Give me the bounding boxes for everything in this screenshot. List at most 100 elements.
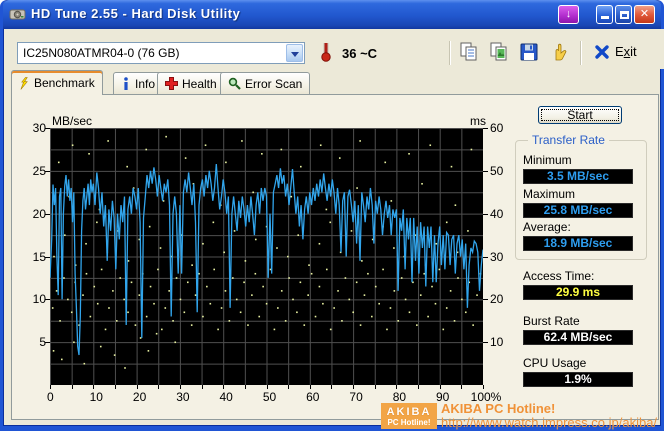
cpu-usage-label: CPU Usage <box>523 356 587 370</box>
tab-error-scan[interactable]: Error Scan <box>220 72 311 94</box>
copy-image-icon[interactable] <box>489 42 509 62</box>
right-axis-title: ms <box>470 114 486 128</box>
axis-tick-mark <box>309 385 311 389</box>
tab-label: Info <box>135 76 156 91</box>
maximum-label: Maximum <box>523 187 576 201</box>
burst-rate-value: 62.4 MB/sec <box>523 330 633 345</box>
axis-tick-label: 5 <box>39 335 46 350</box>
info-icon <box>124 77 128 90</box>
axis-tick-mark <box>136 385 138 389</box>
axis-tick-mark <box>483 128 488 129</box>
benchmark-chart <box>50 128 483 385</box>
tab-label: Error Scan <box>245 76 303 91</box>
benchmark-tab-page: MB/sec ms 30 25 20 15 10 5 60 50 40 30 20 10 0 10 20 30… <box>11 94 659 420</box>
axis-tick-mark <box>50 385 51 389</box>
minimize-button[interactable] <box>596 5 613 24</box>
axis-tick-mark <box>483 342 488 344</box>
average-value: 18.9 MB/sec <box>523 236 633 251</box>
watermark-title: AKIBA PC Hotline! <box>441 401 556 416</box>
burst-rate-label: Burst Rate <box>523 314 580 328</box>
pointer-hand-icon[interactable] <box>549 42 569 62</box>
axis-tick-mark <box>418 385 420 389</box>
save-icon[interactable] <box>519 42 539 62</box>
watermark-url[interactable]: http://www.watch.impress.co.jp/akiba/ <box>441 415 657 430</box>
axis-tick-mark <box>396 385 398 389</box>
axis-tick-mark <box>461 385 463 389</box>
axis-tick-label: 30 <box>32 121 46 135</box>
thermometer-icon <box>321 43 331 62</box>
copy-icon[interactable] <box>459 42 479 62</box>
akiba-logo-top-text: AKIBA <box>386 405 432 418</box>
akiba-watermark: AKIBA PC Hotline! AKIBA PC Hotline! http… <box>381 400 664 431</box>
axis-tick-label: 10 <box>32 292 46 307</box>
tab-health[interactable]: Health <box>157 72 225 94</box>
tab-label: Health <box>182 76 217 91</box>
transfer-rate-title: Transfer Rate <box>528 133 609 147</box>
start-button[interactable]: Start <box>538 106 622 124</box>
axis-tick-label: 15 <box>32 249 46 264</box>
axis-tick-mark <box>483 170 488 172</box>
drive-select-dropdown[interactable]: IC25N080ATMR04-0 (76 GB) <box>17 42 305 64</box>
tab-benchmark[interactable]: Benchmark <box>11 70 103 95</box>
axis-tick-label: 25 <box>32 163 46 178</box>
axis-tick-mark <box>483 299 488 301</box>
axis-tick-mark <box>93 385 95 389</box>
axis-tick-mark <box>353 385 355 389</box>
exit-label: Exit <box>615 44 637 59</box>
magnifier-icon <box>228 77 241 90</box>
axis-tick-mark <box>483 385 484 389</box>
download-overlay-button[interactable]: ↓ <box>558 5 579 24</box>
maximize-button[interactable] <box>615 5 632 24</box>
access-time-label: Access Time: <box>523 269 595 283</box>
maximize-icon <box>620 11 629 19</box>
tab-info[interactable]: Info <box>113 72 164 94</box>
axis-tick-label: 50 <box>490 163 504 178</box>
average-label: Average: <box>523 220 571 234</box>
toolbar-separator <box>580 41 582 65</box>
axis-tick-label: 40 <box>490 206 504 221</box>
temperature-value: 36 ~C <box>342 46 378 61</box>
akiba-logo: AKIBA PC Hotline! <box>381 403 437 429</box>
minimize-icon <box>601 16 609 19</box>
benchmark-icon <box>20 76 28 90</box>
left-axis-title: MB/sec <box>52 114 93 128</box>
minimum-label: Minimum <box>523 153 572 167</box>
axis-tick-mark <box>439 385 441 389</box>
axis-tick-label: 60 <box>306 390 320 404</box>
axis-tick-mark <box>179 385 181 389</box>
title-bar[interactable]: HD Tune 2.55 - Hard Disk Utility ↓ ✕ <box>3 0 661 29</box>
axis-tick-label: 40 <box>219 390 233 404</box>
axis-tick-label: 20 <box>490 292 504 307</box>
health-cross-icon <box>165 77 178 90</box>
toolbar-separator <box>449 41 451 65</box>
drive-select-value: IC25N080ATMR04-0 (76 GB) <box>23 46 180 60</box>
axis-tick-mark <box>331 385 333 389</box>
axis-tick-label: 30 <box>176 390 190 404</box>
axis-tick-mark <box>483 213 488 215</box>
app-window: HD Tune 2.55 - Hard Disk Utility ↓ ✕ IC2… <box>0 0 664 431</box>
axis-tick-mark <box>288 385 290 389</box>
axis-tick-mark <box>483 256 488 258</box>
akiba-logo-bottom-text: PC Hotline! <box>387 417 431 427</box>
close-button[interactable]: ✕ <box>634 5 655 24</box>
axis-tick-mark <box>266 385 268 389</box>
axis-tick-label: 10 <box>89 390 103 404</box>
axis-tick-label: 30 <box>490 249 504 264</box>
axis-tick-mark <box>71 385 73 389</box>
axis-tick-label: 60 <box>490 121 504 135</box>
axis-tick-mark <box>244 385 246 389</box>
tab-label: Benchmark <box>34 76 95 90</box>
axis-tick-mark <box>374 385 376 389</box>
axis-tick-label: 20 <box>32 206 46 221</box>
chevron-down-icon[interactable] <box>286 44 303 62</box>
access-time-value: 29.9 ms <box>523 285 633 300</box>
axis-tick-mark <box>201 385 203 389</box>
minimum-value: 3.5 MB/sec <box>523 169 633 184</box>
hard-disk-app-icon <box>9 9 26 20</box>
axis-tick-label: 20 <box>132 390 147 404</box>
toolbar: IC25N080ATMR04-0 (76 GB) 36 ~C Exit <box>6 29 664 69</box>
axis-tick-mark <box>158 385 160 389</box>
axis-tick-label: 50 <box>262 390 277 404</box>
axis-tick-label: 10 <box>490 335 504 350</box>
cpu-usage-value: 1.9% <box>523 372 633 387</box>
